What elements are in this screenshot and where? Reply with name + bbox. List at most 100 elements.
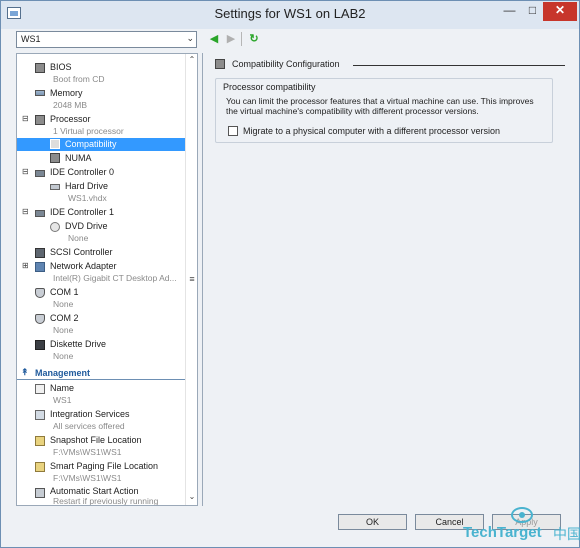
com-port-icon [35,314,45,324]
tree-item-sublabel: Intel(R) Gigabit CT Desktop Ad... [53,273,177,283]
tree-item-label: BIOS [50,62,72,72]
tree-item-label: IDE Controller 0 [50,167,115,177]
tree-item-sublabel: Restart if previously running [53,496,159,506]
watermark-brand: TechTarget [463,524,542,541]
collapse-minus-icon[interactable]: ⊟ [22,167,29,176]
tree-item-bios[interactable]: BIOS Boot from CD [17,60,185,86]
tree-item-integration-services[interactable]: Integration Services All services offere… [17,408,185,434]
tree-item-label: COM 2 [50,313,79,323]
tree-item-sublabel: F:\VMs\WS1\WS1 [53,473,122,483]
folder-icon [35,462,45,472]
window-title: Settings for WS1 on LAB2 [214,6,366,21]
processor-chip-icon [35,115,45,125]
tree-item-sublabel: 1 Virtual processor [53,126,124,136]
collapse-chevron-icon[interactable]: ↟ [21,367,29,378]
tree-item-compatibility[interactable]: Compatibility [17,138,185,151]
tree-item-sublabel: WS1 [53,395,72,405]
automatic-start-icon [35,488,45,498]
config-header-label: Compatibility Configuration [232,59,340,69]
vm-dropdown[interactable]: WS1 ⌄ [16,31,197,48]
tree-item-network-adapter[interactable]: ⊞ Network Adapter Intel(R) Gigabit CT De… [17,260,185,286]
settings-window: Settings for WS1 on LAB2 — □ ✕ WS1 ⌄ ◀ ▶… [0,0,580,548]
settings-tree[interactable]: BIOS Boot from CD Memory 2048 MB ⊟ Proce… [16,53,198,506]
bios-chip-icon [35,63,45,73]
tree-item-sublabel: None [53,351,74,361]
group-title: Processor compatibility [223,82,316,92]
collapse-minus-icon[interactable]: ⊟ [22,114,29,123]
tree-item-ide-controller-0[interactable]: ⊟ IDE Controller 0 [17,166,185,180]
close-button[interactable]: ✕ [543,2,577,21]
tree-item-sublabel: None [68,233,89,243]
tree-item-label: Processor [50,114,91,124]
eye-logo-icon [511,507,533,523]
refresh-icon[interactable]: ↻ [247,32,261,46]
compatibility-chip-icon [215,59,225,69]
scroll-up-icon[interactable]: ⌃ [186,55,197,64]
tree-item-sublabel: None [53,299,74,309]
config-panel: Compatibility Configuration Processor co… [202,53,565,506]
tree-item-sublabel: None [53,325,74,335]
folder-icon [35,436,45,446]
tree-item-label: COM 1 [50,287,79,297]
tree-item-com2[interactable]: COM 2 None [17,312,185,338]
hard-drive-icon [50,184,60,190]
minimize-button[interactable]: — [497,2,522,21]
tree-item-label: Hard Drive [65,181,109,191]
tree-item-scsi-controller[interactable]: SCSI Controller [17,246,185,260]
tree-item-ide-controller-1[interactable]: ⊟ IDE Controller 1 [17,206,185,220]
expand-plus-icon[interactable]: ⊞ [22,261,29,270]
tree-item-sublabel: F:\VMs\WS1\WS1 [53,447,122,457]
title-bar: Settings for WS1 on LAB2 — □ ✕ [1,1,579,29]
tree-item-processor[interactable]: ⊟ Processor 1 Virtual processor [17,112,185,138]
integration-services-icon [35,410,45,420]
collapse-minus-icon[interactable]: ⊟ [22,207,29,216]
tree-item-com1[interactable]: COM 1 None [17,286,185,312]
tree-item-hard-drive[interactable]: Hard Drive WS1.vhdx [17,180,185,206]
diskette-drive-icon [35,340,45,350]
tree-item-label: NUMA [65,153,92,163]
tree-item-label: Compatibility [65,139,117,149]
tree-item-automatic-start-action[interactable]: Automatic Start Action Restart if previo… [17,486,185,505]
scroll-down-icon[interactable]: ⌄ [186,492,197,501]
migrate-checkbox[interactable] [228,126,238,136]
scroll-thumb[interactable]: ≡ [188,272,196,286]
tree-item-memory[interactable]: Memory 2048 MB [17,86,185,112]
forward-arrow-icon[interactable]: ▶ [224,32,238,46]
tree-item-label: IDE Controller 1 [50,207,115,217]
ide-controller-icon [35,210,45,217]
ok-button[interactable]: OK [338,514,407,530]
tree-list: BIOS Boot from CD Memory 2048 MB ⊟ Proce… [17,54,185,505]
tree-item-dvd-drive[interactable]: DVD Drive None [17,220,185,246]
management-header-label: Management [35,368,91,378]
compatibility-chip-icon [50,139,60,149]
tree-item-label: SCSI Controller [50,247,113,257]
tree-item-label: Smart Paging File Location [50,461,159,471]
tree-item-label: Diskette Drive [50,339,107,349]
header-divider [353,65,565,66]
name-icon [35,384,45,394]
tree-item-label: Name [50,383,75,393]
tree-item-diskette-drive[interactable]: Diskette Drive None [17,338,185,364]
toolbar-divider [241,32,242,46]
migrate-checkbox-label[interactable]: Migrate to a physical computer with a di… [243,126,500,136]
tree-item-label: DVD Drive [65,221,108,231]
tree-item-label: Memory [50,88,83,98]
tree-item-name[interactable]: Name WS1 [17,382,185,408]
scsi-controller-icon [35,248,45,258]
tree-item-numa[interactable]: NUMA [17,152,185,166]
tree-scrollbar[interactable]: ⌃ ≡ ⌄ [185,54,197,505]
tree-item-snapshot-file-location[interactable]: Snapshot File Location F:\VMs\WS1\WS1 [17,434,185,460]
tree-item-sublabel: WS1.vhdx [68,193,107,203]
tree-item-smart-paging-file-location[interactable]: Smart Paging File Location F:\VMs\WS1\WS… [17,460,185,486]
maximize-button[interactable]: □ [520,2,545,21]
tree-item-label: Network Adapter [50,261,117,271]
processor-compatibility-group: Processor compatibility You can limit th… [215,78,553,143]
back-arrow-icon[interactable]: ◀ [207,32,221,46]
tree-item-label: Snapshot File Location [50,435,142,445]
tree-item-sublabel: Boot from CD [53,74,105,84]
com-port-icon [35,288,45,298]
tree-item-sublabel: All services offered [53,421,125,431]
group-description: You can limit the processor features tha… [226,96,534,116]
management-section-header[interactable]: ↟ Management [17,366,185,380]
chevron-down-icon: ⌄ [186,33,194,43]
